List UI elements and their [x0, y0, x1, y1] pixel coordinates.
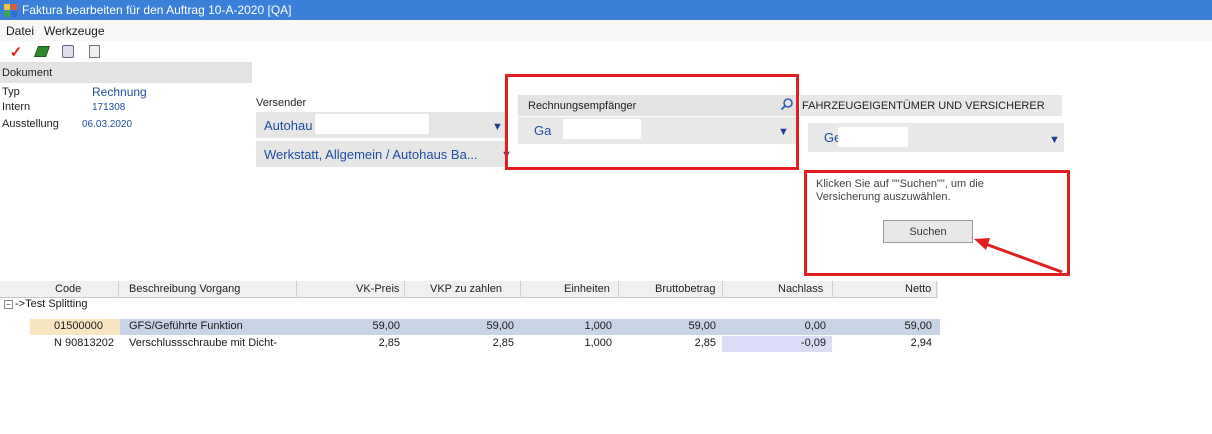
dokument-header: Dokument	[0, 62, 252, 83]
grid-header: Code Beschreibung Vorgang VK-Preis VKP z…	[0, 281, 938, 298]
typ-label: Typ	[2, 86, 20, 98]
cell-vkp: 59,00	[486, 320, 514, 332]
col-netto[interactable]: Netto	[905, 283, 931, 295]
arrow-icon	[974, 238, 1063, 274]
fahrzeug-title: FAHRZEUGEIGENTÜMER UND VERSICHERER	[802, 99, 1045, 112]
cell-nachlass: -0,09	[800, 337, 826, 349]
ausstellung-value: 06.03.2020	[82, 119, 133, 130]
col-einheiten[interactable]: Einheiten	[564, 283, 610, 295]
col-beschreibung[interactable]: Beschreibung Vorgang	[129, 283, 240, 295]
insurance-hint: Klicken Sie auf ""Suchen"", um die Versi…	[816, 178, 984, 203]
cell-desc: Verschlussschraube mit Dicht-	[129, 337, 277, 349]
cell-code: 01500000	[54, 320, 103, 332]
col-vkp-zu-zahlen[interactable]: VKP zu zahlen	[430, 283, 502, 295]
redaction-box	[838, 127, 908, 147]
cell-netto: 59,00	[904, 320, 932, 332]
typ-value: Rechnung	[92, 85, 147, 99]
col-vk-preis[interactable]: VK-Preis	[356, 283, 399, 295]
book-icon[interactable]	[33, 44, 51, 60]
redaction-box	[315, 114, 429, 134]
cell-nachlass: 0,00	[804, 320, 826, 332]
versender-header: Versender	[256, 97, 307, 109]
versender-field-1-value: Autohau	[264, 117, 313, 133]
menu-bar: Datei Werkzeuge	[0, 20, 1212, 41]
chevron-down-icon[interactable]: ▼	[492, 121, 503, 133]
ausstellung-label: Ausstellung	[2, 118, 59, 130]
menu-werkzeuge[interactable]: Werkzeuge	[44, 24, 104, 38]
cell-brutto: 59,00	[688, 320, 716, 332]
cell-einheiten: 1,000	[584, 337, 612, 349]
cell-vk-preis: 59,00	[372, 320, 400, 332]
highlight-box	[505, 74, 799, 170]
group-row[interactable]: − ->Test Splitting	[0, 298, 938, 311]
calculator-icon[interactable]	[86, 44, 102, 60]
menu-datei[interactable]: Datei	[6, 24, 34, 38]
intern-label: Intern	[2, 101, 31, 113]
check-icon[interactable]: ✓	[8, 44, 24, 61]
toolbar: ✓	[0, 41, 1212, 62]
cell-desc: GFS/Geführte Funktion	[129, 320, 243, 332]
versender-field-2-value: Werkstatt, Allgemein / Autohaus Ba...	[264, 146, 478, 162]
versender-field-2[interactable]: Werkstatt, Allgemein / Autohaus Ba...	[256, 141, 506, 167]
group-label: ->Test Splitting	[15, 298, 88, 310]
col-bruttobetrag[interactable]: Bruttobetrag	[655, 283, 716, 295]
intern-value: 171308	[92, 102, 126, 113]
cell-netto: 2,94	[910, 337, 932, 349]
col-code[interactable]: Code	[55, 283, 81, 295]
col-nachlass[interactable]: Nachlass	[778, 283, 823, 295]
app-icon	[4, 3, 17, 17]
collapse-icon[interactable]: −	[4, 300, 13, 309]
chevron-down-icon[interactable]: ▼	[1049, 134, 1060, 146]
title-bar: Faktura bearbeiten für den Auftrag 10-A-…	[0, 0, 1212, 20]
document-icon[interactable]	[60, 44, 76, 60]
cell-code: N 90813202	[54, 337, 114, 349]
fahrzeug-header: FAHRZEUGEIGENTÜMER UND VERSICHERER	[800, 95, 1062, 116]
cell-vk-preis: 2,85	[378, 337, 400, 349]
window-title: Faktura bearbeiten für den Auftrag 10-A-…	[22, 3, 292, 17]
table-row[interactable]: 01500000 GFS/Geführte Funktion 59,00 59,…	[0, 319, 940, 335]
table-row[interactable]: N 90813202 Verschlussschraube mit Dicht-…	[0, 336, 938, 352]
cell-vkp: 2,85	[492, 337, 514, 349]
cell-brutto: 2,85	[694, 337, 716, 349]
cell-einheiten: 1,000	[584, 320, 612, 332]
